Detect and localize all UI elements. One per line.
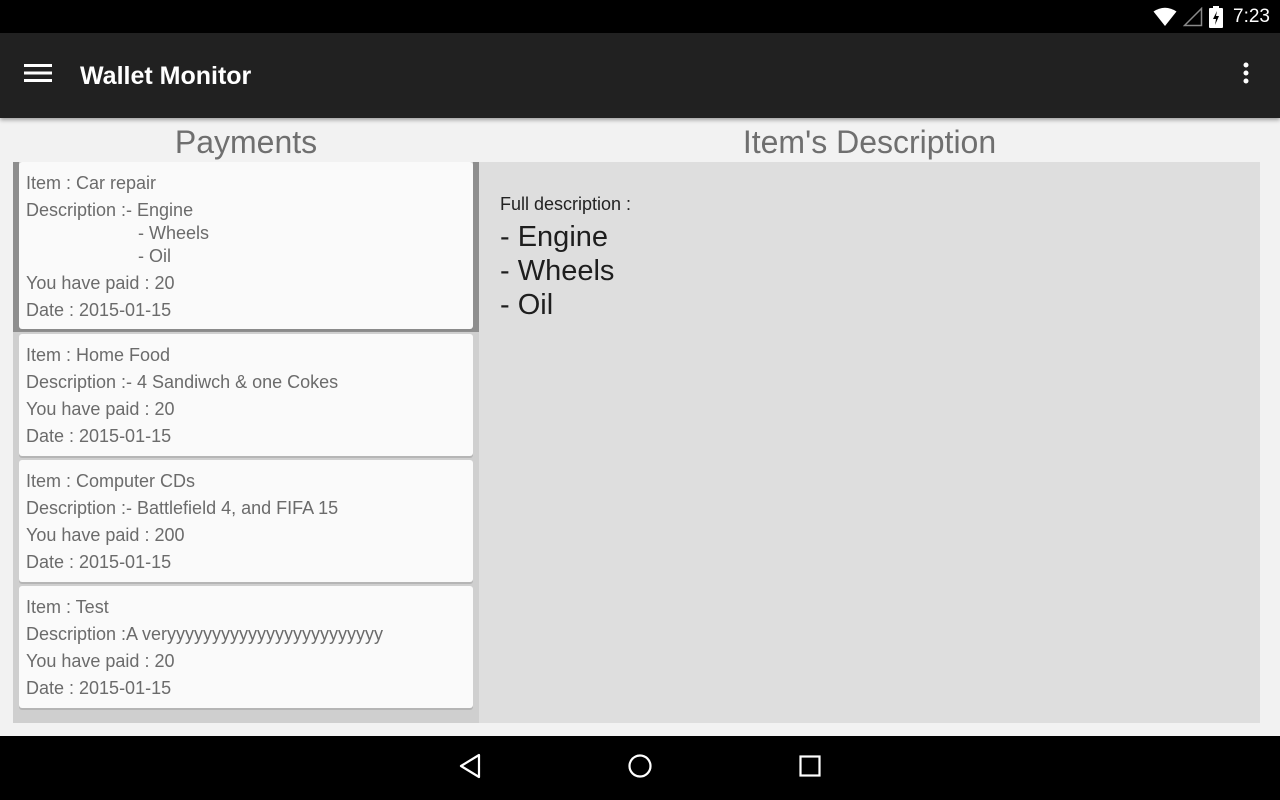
status-clock: 7:23 (1233, 5, 1270, 27)
back-icon (458, 753, 482, 784)
payment-description: Description :- 4 Sandiwch & one Cokes (26, 372, 339, 392)
payment-paid: You have paid : 20 (26, 273, 175, 293)
payment-description: Description :- Engine (26, 200, 194, 220)
payment-card-home-food[interactable]: Item : Home Food Description :- 4 Sandiw… (19, 334, 473, 456)
payment-card-test[interactable]: Item : Test Description :A veryyyyyyyyyy… (19, 586, 473, 708)
wifi-icon (1153, 7, 1177, 27)
status-bar: 7:23 (0, 0, 1280, 33)
navigation-bar (0, 736, 1280, 800)
more-vertical-icon (1243, 62, 1249, 89)
menu-button[interactable] (14, 51, 62, 99)
home-button[interactable] (620, 748, 660, 788)
full-description-line: - Oil (500, 289, 554, 321)
payment-date: Date : 2015-01-15 (26, 678, 172, 698)
payment-item: Item : Computer CDs (26, 471, 196, 491)
payment-paid: You have paid : 20 (26, 651, 175, 671)
status-icons: 7:23 (1153, 0, 1270, 33)
full-description-line: - Engine (500, 221, 609, 253)
overflow-menu-button[interactable] (1226, 51, 1266, 99)
payment-date: Date : 2015-01-15 (26, 300, 172, 320)
app-title: Wallet Monitor (80, 62, 252, 90)
payment-item: Item : Test (26, 597, 109, 617)
payment-description: Description :A veryyyyyyyyyyyyyyyyyyyyyy… (26, 624, 384, 644)
payment-description-line: - Wheels (138, 223, 210, 243)
payment-description: Description :- Battlefield 4, and FIFA 1… (26, 498, 339, 518)
recents-button[interactable] (790, 748, 830, 788)
hamburger-menu-icon (24, 63, 52, 88)
home-icon (627, 753, 653, 784)
payment-paid: You have paid : 200 (26, 525, 185, 545)
payments-list[interactable]: Item : Car repair Description :- Engine … (13, 162, 479, 723)
app-bar: Wallet Monitor (0, 33, 1280, 118)
payment-date: Date : 2015-01-15 (26, 426, 172, 446)
payment-card-computer-cds[interactable]: Item : Computer CDs Description :- Battl… (19, 460, 473, 582)
payments-heading: Payments (174, 124, 318, 160)
payment-paid: You have paid : 20 (26, 399, 175, 419)
battery-charging-icon (1209, 5, 1224, 28)
full-description-text: - Engine - Wheels - Oil (500, 220, 614, 322)
description-heading: Item's Description (742, 124, 997, 160)
payment-item: Item : Car repair (26, 173, 157, 193)
payment-description-line: - Oil (138, 246, 171, 266)
payment-item: Item : Home Food (26, 345, 171, 365)
full-description-line: - Wheels (500, 255, 615, 287)
full-description-label: Full description : (500, 194, 632, 214)
payment-date: Date : 2015-01-15 (26, 552, 172, 572)
recents-icon (798, 754, 822, 783)
payment-card-car-repair[interactable]: Item : Car repair Description :- Engine … (19, 162, 473, 329)
cell-signal-icon (1183, 6, 1203, 27)
item-description-panel: Full description : - Engine - Wheels - O… (479, 162, 1260, 723)
back-button[interactable] (450, 748, 490, 788)
